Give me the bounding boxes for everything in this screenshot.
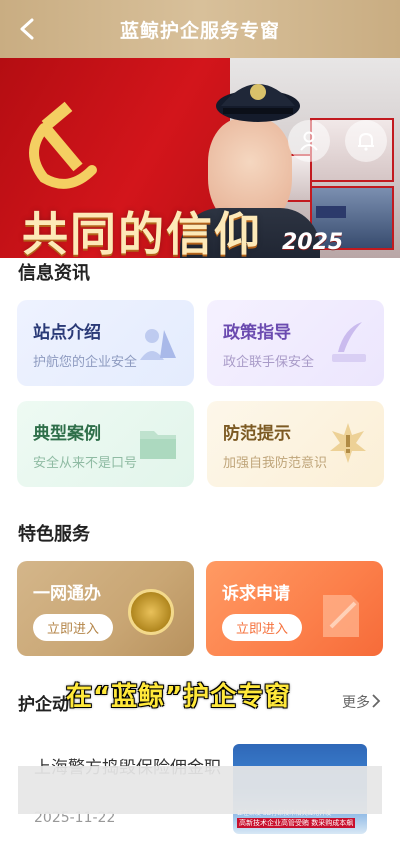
card-prevention-tips[interactable]: 防范提示 加强自我防范意识	[207, 401, 384, 487]
party-emblem-icon	[29, 101, 97, 189]
hero-banner[interactable]: 共同的信仰 2025	[0, 58, 400, 258]
banner-slogan: 共同的信仰	[22, 207, 262, 258]
card-policy-guide[interactable]: 政策指导 政企联手保安全	[207, 300, 384, 386]
warning-icon	[330, 423, 366, 463]
subtitle-overlay	[18, 766, 382, 814]
thumbnail-headline: 高新技术企业高管受贿 数采购成本飙	[237, 818, 356, 828]
info-section-title: 信息资讯	[18, 263, 90, 284]
enter-button[interactable]: 立即进入	[222, 614, 303, 641]
people-icon	[140, 329, 176, 360]
user-icon[interactable]	[288, 120, 330, 162]
video-caption: 在“蓝鲸”护企专窗	[66, 682, 292, 712]
more-link[interactable]: 更多	[342, 692, 370, 712]
uniform-badge	[316, 206, 346, 218]
police-cap-icon	[216, 84, 300, 122]
back-icon[interactable]	[14, 15, 40, 43]
service-appeal[interactable]: 诉求申请 立即进入	[206, 561, 383, 656]
news-section-title: 护企动	[18, 695, 69, 715]
top-bar: 蓝鲸护企服务专窗	[0, 0, 400, 58]
folder-icon	[140, 431, 176, 459]
feature-section-title: 特色服务	[18, 524, 90, 545]
page-title: 蓝鲸护企服务专窗	[119, 19, 280, 42]
service-one-stop[interactable]: 一网通办 立即进入	[17, 561, 194, 656]
card-typical-cases[interactable]: 典型案例 安全从来不是口号	[17, 401, 194, 487]
enter-button[interactable]: 立即进入	[33, 614, 114, 641]
chevron-right-icon[interactable]	[370, 693, 382, 709]
document-icon	[323, 595, 359, 637]
card-site-intro[interactable]: 站点介绍 护航您的企业安全	[17, 300, 194, 386]
bell-icon[interactable]	[345, 120, 387, 162]
banner-year: 2025	[282, 230, 344, 255]
quill-icon	[332, 322, 366, 362]
police-emblem-icon	[128, 589, 174, 635]
